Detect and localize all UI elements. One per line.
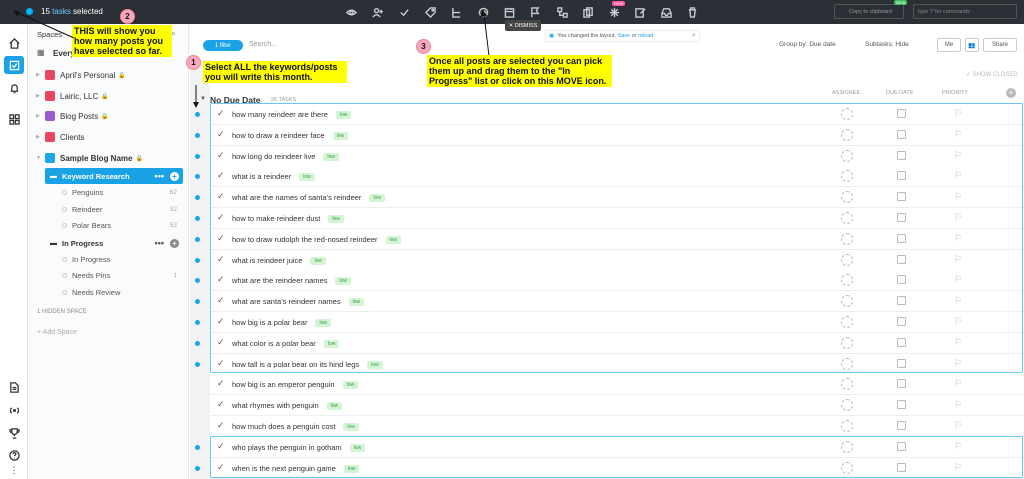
annotation-arrowhead-2: [13, 10, 20, 16]
annotation-arrowhead-1: [193, 102, 199, 108]
annotation-note-3: Once all posts are selected you can pick…: [427, 55, 612, 87]
annotation-badge-3: 3: [416, 39, 431, 54]
annotation-badge-1: 1: [186, 55, 201, 70]
annotation-note-1: Select ALL the keywords/posts you will w…: [203, 61, 347, 83]
annotation-arrow-3: [483, 13, 490, 57]
annotation-arrow-2: [15, 11, 75, 39]
annotation-arrowhead-3: [480, 10, 487, 17]
